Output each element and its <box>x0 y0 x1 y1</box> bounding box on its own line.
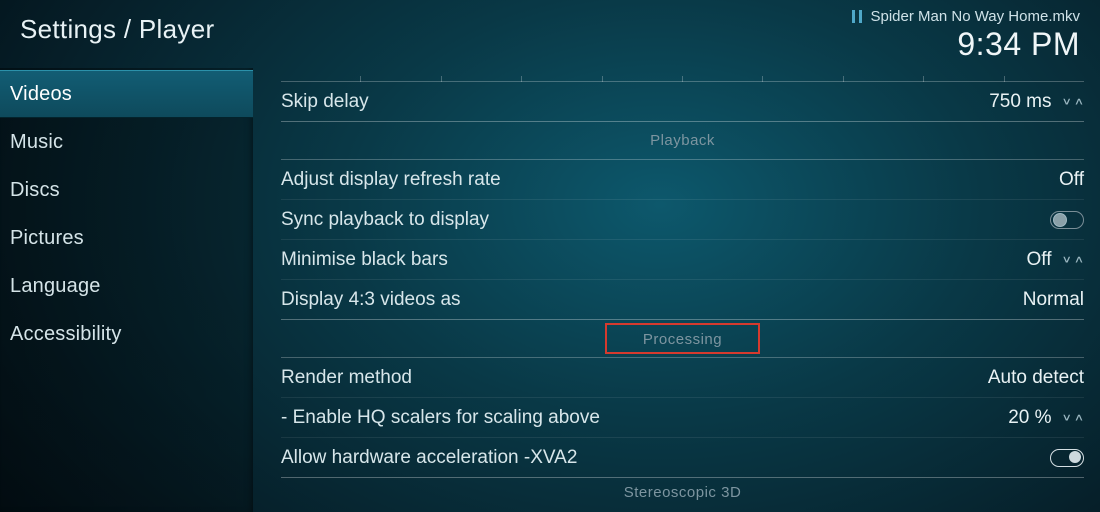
now-playing[interactable]: Spider Man No Way Home.mkv <box>852 8 1080 25</box>
header: Settings / Player Spider Man No Way Home… <box>0 0 1100 68</box>
spinner-icon[interactable]: ∨∧ <box>1062 251 1085 268</box>
row-label: Render method <box>281 367 988 389</box>
pause-icon <box>852 10 862 23</box>
settings-content: Skip delay 750 ms ∨∧ Playback Adjust dis… <box>253 68 1100 512</box>
now-playing-title: Spider Man No Way Home.mkv <box>870 8 1080 25</box>
section-header-playback: Playback <box>281 122 1084 160</box>
sidebar-item-accessibility[interactable]: Accessibility <box>0 310 253 358</box>
row-enable-hq-scalers[interactable]: - Enable HQ scalers for scaling above 20… <box>281 398 1084 438</box>
main: Videos Music Discs Pictures Language Acc… <box>0 68 1100 512</box>
clock: 9:34 PM <box>957 26 1080 63</box>
sidebar-item-label: Videos <box>10 83 72 106</box>
sidebar-item-videos[interactable]: Videos <box>0 70 253 118</box>
row-label: - Enable HQ scalers for scaling above <box>281 407 1008 429</box>
row-value: Auto detect <box>988 367 1084 389</box>
row-render-method[interactable]: Render method Auto detect <box>281 358 1084 398</box>
sidebar-item-label: Accessibility <box>10 323 122 346</box>
ruler-ticks <box>281 68 1084 82</box>
sidebar-item-discs[interactable]: Discs <box>0 166 253 214</box>
toggle-off-icon[interactable] <box>1050 211 1084 229</box>
toggle-on-icon[interactable] <box>1050 449 1084 467</box>
row-label: Display 4:3 videos as <box>281 289 1023 311</box>
row-label: Sync playback to display <box>281 209 1050 231</box>
sidebar-item-label: Pictures <box>10 227 84 250</box>
breadcrumb: Settings / Player <box>20 0 214 45</box>
sidebar-item-language[interactable]: Language <box>0 262 253 310</box>
highlight-annotation: Processing <box>605 323 760 354</box>
row-value: 20 % <box>1008 407 1051 429</box>
row-label: Minimise black bars <box>281 249 1027 271</box>
row-value: Off <box>1027 249 1052 271</box>
row-adjust-refresh-rate[interactable]: Adjust display refresh rate Off <box>281 160 1084 200</box>
row-label: Adjust display refresh rate <box>281 169 1059 191</box>
section-header-stereoscopic-3d: Stereoscopic 3D <box>281 478 1084 506</box>
row-value: Normal <box>1023 289 1084 311</box>
spinner-icon[interactable]: ∨∧ <box>1062 409 1085 426</box>
row-display-43[interactable]: Display 4:3 videos as Normal <box>281 280 1084 320</box>
section-header-processing: Processing <box>281 320 1084 358</box>
sidebar-item-music[interactable]: Music <box>0 118 253 166</box>
section-title: Stereoscopic 3D <box>624 484 742 501</box>
section-title: Playback <box>650 132 715 149</box>
row-label: Skip delay <box>281 91 989 113</box>
sidebar: Videos Music Discs Pictures Language Acc… <box>0 68 253 512</box>
section-title: Processing <box>643 331 722 348</box>
row-allow-hw-accel[interactable]: Allow hardware acceleration -XVA2 <box>281 438 1084 478</box>
spinner-icon[interactable]: ∨∧ <box>1062 93 1085 110</box>
row-value: 750 ms <box>989 91 1051 113</box>
sidebar-item-label: Language <box>10 275 101 298</box>
sidebar-item-pictures[interactable]: Pictures <box>0 214 253 262</box>
row-minimise-black-bars[interactable]: Minimise black bars Off ∨∧ <box>281 240 1084 280</box>
row-sync-playback[interactable]: Sync playback to display <box>281 200 1084 240</box>
sidebar-item-label: Discs <box>10 179 60 202</box>
sidebar-item-label: Music <box>10 131 63 154</box>
row-value: Off <box>1059 169 1084 191</box>
row-label: Allow hardware acceleration -XVA2 <box>281 447 1050 469</box>
row-skip-delay[interactable]: Skip delay 750 ms ∨∧ <box>281 82 1084 122</box>
